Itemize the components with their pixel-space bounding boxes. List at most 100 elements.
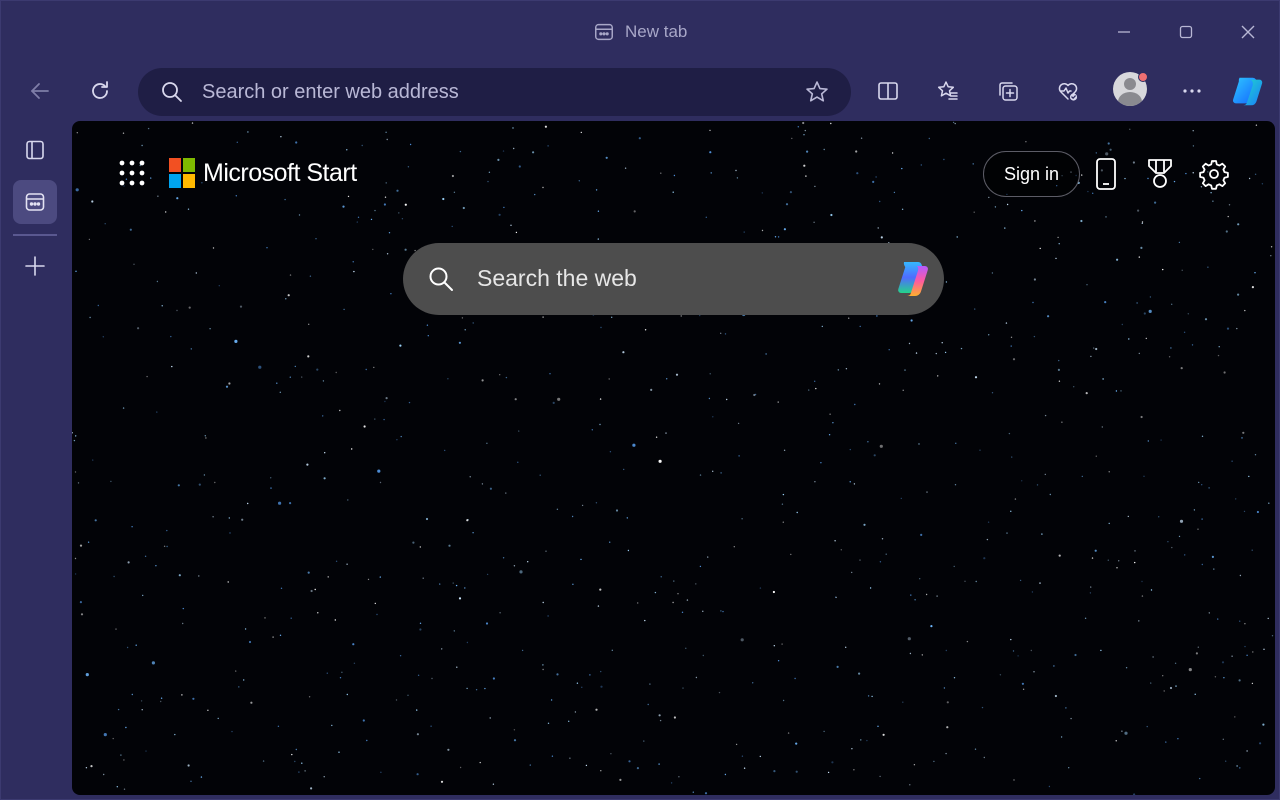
star-dot [1055, 257, 1057, 260]
star-dot [1221, 661, 1225, 664]
back-button[interactable] [22, 73, 58, 109]
star-dot [459, 150, 462, 153]
star-dot [301, 376, 303, 378]
star-dot [1132, 161, 1135, 164]
star-dot [1239, 574, 1242, 577]
star-dot [1183, 331, 1186, 333]
star-dot [1141, 221, 1144, 223]
star-dot [469, 476, 471, 478]
minimize-button[interactable] [1109, 17, 1139, 47]
new-tab-page-tab[interactable] [13, 180, 57, 224]
star-dot [828, 434, 831, 436]
star-dot [1243, 510, 1246, 513]
star-dot [933, 760, 935, 763]
star-dot [1195, 652, 1198, 655]
star-dot [1120, 390, 1122, 392]
star-dot [737, 422, 740, 425]
web-search-placeholder: Search the web [477, 265, 637, 291]
star-dot [888, 349, 890, 351]
app-launcher-icon[interactable] [118, 159, 146, 187]
phone-button[interactable] [1089, 155, 1123, 193]
star-dot [317, 612, 319, 614]
star-dot [353, 662, 356, 664]
star-dot [439, 583, 441, 585]
star-dot [783, 449, 786, 451]
star-dot [991, 392, 994, 394]
star-dot [1201, 563, 1204, 566]
star-dot [782, 521, 784, 523]
star-dot [374, 418, 376, 420]
star-dot [1012, 650, 1015, 652]
star-dot [709, 151, 712, 154]
maximize-button[interactable] [1171, 17, 1201, 47]
star-dot [110, 480, 112, 483]
star-dot [396, 189, 399, 192]
star-dot [986, 538, 989, 541]
settings-button[interactable] [1197, 155, 1231, 193]
star-dot [1031, 591, 1034, 593]
star-dot [600, 326, 602, 329]
star-dot [1104, 301, 1107, 304]
star-dot [682, 687, 684, 689]
star-dot [659, 719, 662, 722]
star-dot [695, 676, 698, 679]
star-dot [928, 137, 930, 140]
web-search-box[interactable]: Search the web [403, 243, 944, 315]
star-dot [284, 198, 286, 201]
star-dot [909, 784, 911, 786]
star-dot [569, 757, 571, 759]
star-dot [116, 786, 118, 788]
star-dot [875, 176, 877, 178]
collections-button[interactable] [990, 73, 1026, 109]
star-dot [795, 770, 798, 773]
copilot-icon[interactable] [891, 257, 935, 301]
star-dot [481, 483, 484, 485]
star-dot [1084, 617, 1087, 619]
split-screen-button[interactable] [870, 73, 906, 109]
star-dot [298, 214, 301, 216]
star-dot [310, 589, 313, 593]
star-dot [145, 750, 147, 752]
brand-logo[interactable]: Microsoft Start [169, 158, 357, 188]
copilot-button[interactable] [1229, 71, 1269, 111]
star-dot [1204, 318, 1208, 321]
rewards-button[interactable] [1143, 155, 1177, 193]
star-dot [1271, 635, 1274, 637]
close-button[interactable] [1233, 17, 1263, 47]
favorites-button[interactable] [930, 73, 966, 109]
star-dot [75, 188, 79, 192]
star-dot [1143, 475, 1145, 477]
tab-actions-button[interactable] [13, 128, 57, 172]
sign-in-button[interactable]: Sign in [983, 151, 1080, 197]
star-dot [234, 339, 238, 343]
star-dot [104, 223, 106, 225]
active-tab[interactable]: New tab [593, 19, 687, 45]
star-dot [485, 622, 489, 625]
star-dot [994, 206, 997, 208]
star-dot [599, 423, 601, 426]
star-dot [1174, 662, 1177, 664]
star-dot [627, 549, 630, 552]
browser-essentials-button[interactable] [1050, 73, 1086, 109]
address-input[interactable] [202, 76, 782, 108]
new-tab-button[interactable] [13, 244, 57, 288]
star-dot [192, 697, 195, 700]
star-dot [512, 127, 514, 129]
star-dot [845, 646, 847, 648]
star-dot [1021, 682, 1024, 685]
star-dot [519, 570, 523, 574]
address-bar[interactable] [138, 68, 851, 116]
star-dot [198, 483, 201, 486]
star-dot [1177, 738, 1179, 740]
search-icon [429, 267, 453, 291]
star-dot [235, 670, 237, 672]
star-dot [1057, 368, 1060, 371]
star-dot [1222, 738, 1225, 740]
star-icon[interactable] [804, 79, 830, 105]
star-dot [708, 397, 711, 400]
star-dot [599, 398, 602, 400]
star-dot [141, 144, 143, 147]
star-dot [777, 401, 779, 403]
more-button[interactable] [1174, 73, 1210, 109]
refresh-button[interactable] [82, 73, 118, 109]
